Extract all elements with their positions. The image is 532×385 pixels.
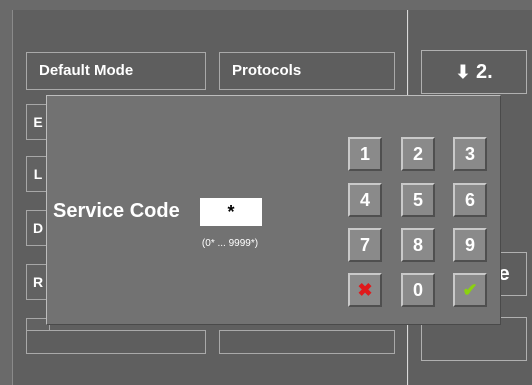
key-9-label: 9 [464, 235, 475, 255]
down-2-button[interactable]: ⬇ 2. [421, 50, 527, 94]
key-5[interactable]: 5 [401, 183, 435, 217]
left-menu-letter: R [32, 274, 44, 290]
left-menu-letter: E [33, 114, 43, 130]
tab-protocols[interactable]: Protocols [219, 52, 395, 90]
key-4-label: 4 [359, 190, 370, 210]
key-3-label: 3 [464, 144, 475, 164]
key-7-label: 7 [359, 235, 370, 255]
tab-default-mode[interactable]: Default Mode [26, 52, 206, 90]
left-menu-letter: L [33, 166, 43, 182]
key-9[interactable]: 9 [453, 228, 487, 262]
key-6[interactable]: 6 [453, 183, 487, 217]
key-1[interactable]: 1 [348, 137, 382, 171]
ok-key[interactable]: ✔ [453, 273, 487, 307]
tab-protocols-label: Protocols [232, 62, 302, 79]
key-7[interactable]: 7 [348, 228, 382, 262]
hidden-menu-button[interactable] [26, 330, 206, 354]
service-code-dialog: Service Code * (0* ... 9999*) 1 2 3 4 5 … [46, 95, 501, 325]
key-6-label: 6 [464, 190, 475, 210]
key-2[interactable]: 2 [401, 137, 435, 171]
key-5-label: 5 [412, 190, 423, 210]
checkmark-icon: ✔ [462, 280, 478, 300]
key-2-label: 2 [412, 144, 423, 164]
cancel-key[interactable]: ✖ [348, 273, 382, 307]
close-icon: ✖ [357, 280, 373, 300]
hidden-menu-button[interactable] [219, 330, 395, 354]
key-8[interactable]: 8 [401, 228, 435, 262]
service-code-label: Service Code [53, 200, 180, 222]
left-menu-letter: D [32, 220, 44, 236]
key-4[interactable]: 4 [348, 183, 382, 217]
screen: Default Mode Protocols E L D R S ⬇ 2. e … [0, 0, 532, 385]
service-code-range-hint: (0* ... 9999*) [201, 238, 259, 249]
down-2-label: 2. [475, 61, 493, 83]
key-1-label: 1 [359, 144, 370, 164]
tab-default-mode-label: Default Mode [39, 62, 134, 79]
arrow-down-icon: ⬇ [455, 62, 471, 82]
key-3[interactable]: 3 [453, 137, 487, 171]
service-code-input[interactable]: * [200, 198, 262, 226]
key-8-label: 8 [412, 235, 423, 255]
key-0[interactable]: 0 [401, 273, 435, 307]
key-0-label: 0 [412, 280, 423, 300]
